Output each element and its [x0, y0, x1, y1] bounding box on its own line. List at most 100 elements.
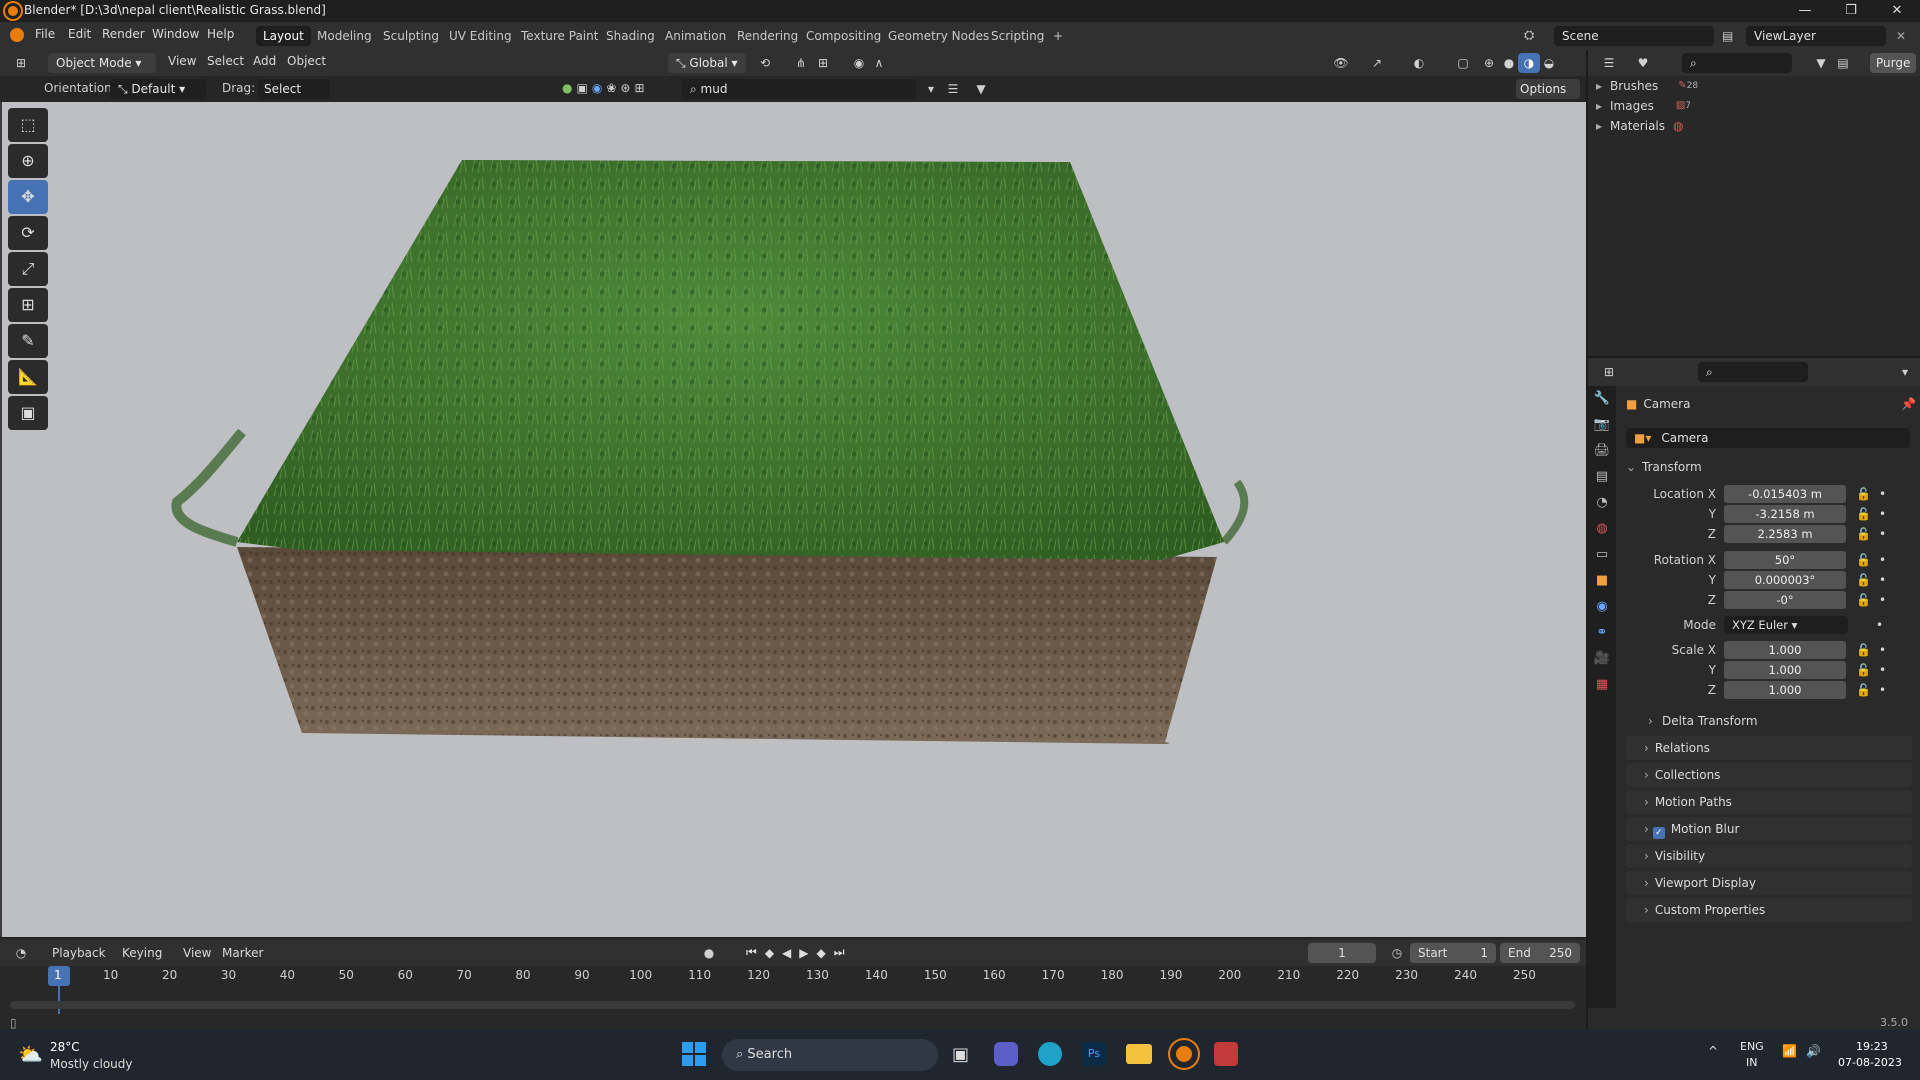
orientation-dropdown[interactable]: ⤡ Default ▾ [110, 79, 206, 99]
camera-data-tab-icon[interactable]: 🎥 [1588, 646, 1616, 672]
end-frame-field[interactable]: End 250 [1500, 943, 1580, 963]
transform-panel-header[interactable]: ⌄ Transform [1626, 456, 1916, 478]
visibility-icon[interactable]: 👁 [1330, 53, 1352, 73]
display-mode-icon[interactable]: ♥ [1632, 53, 1654, 73]
material-shading-icon[interactable]: ◑ [1518, 53, 1540, 73]
keyframe-dot-icon[interactable]: • [1879, 683, 1886, 697]
properties-editor-icon[interactable]: ⊞ [1598, 362, 1620, 382]
tab-shading[interactable]: Shading [599, 26, 662, 46]
view-layer-tab-icon[interactable]: ▤ [1588, 464, 1616, 490]
play-icon[interactable]: ▶ [799, 946, 808, 960]
location-y-field[interactable]: -3.2158 m [1724, 505, 1846, 523]
rotate-tool-icon[interactable]: ⟳ [8, 216, 48, 250]
viewport-search-input[interactable]: ⌕ mud [682, 79, 916, 99]
keyframe-dot-icon[interactable]: • [1876, 618, 1883, 632]
rotation-z-field[interactable]: -0° [1724, 591, 1846, 609]
proportional-edit-icon[interactable]: ◉ [848, 53, 870, 73]
scene-field[interactable]: Scene [1554, 26, 1714, 46]
viewport-menu-add[interactable]: Add [253, 54, 276, 68]
rotation-y-field[interactable]: 0.000003° [1724, 571, 1846, 589]
object-name-field[interactable]: ■▾ Camera [1626, 428, 1910, 448]
close-button[interactable]: ✕ [1874, 0, 1920, 22]
world-tab-icon[interactable]: ◍ [1588, 516, 1616, 542]
outliner-item-materials[interactable]: ▸ Materials ◍ [1596, 116, 1896, 136]
select-box-tool-icon[interactable]: ⬚ [8, 108, 48, 142]
view-layer-icon[interactable]: ▤ [1722, 26, 1744, 46]
expand-arrow-icon[interactable]: ▸ [1596, 96, 1610, 116]
color-filter-icon[interactable]: ● [562, 81, 572, 95]
menu-render[interactable]: Render [102, 27, 145, 41]
viewport-menu-object[interactable]: Object [287, 54, 326, 68]
output-tab-icon[interactable]: 🖨 [1588, 438, 1616, 464]
outliner-item-images[interactable]: ▸ Images ▨ 7 [1596, 96, 1896, 116]
scale-z-field[interactable]: 1.000 [1724, 681, 1846, 699]
tab-animation[interactable]: Animation [658, 26, 733, 46]
transform-tool-icon[interactable]: ⊞ [8, 288, 48, 322]
falloff-icon[interactable]: ∧ [868, 53, 890, 73]
timeline-bottom-icon[interactable]: ▯ [10, 1016, 17, 1030]
timeline-menu-view[interactable]: View [183, 946, 211, 960]
tab-compositing[interactable]: Compositing [799, 26, 888, 46]
visibility-panel[interactable]: › Visibility [1626, 844, 1912, 868]
purge-button[interactable]: Purge [1870, 53, 1916, 73]
pivot-icon[interactable]: ⟲ [754, 53, 776, 73]
move-tool-icon[interactable]: ✥ [8, 180, 48, 214]
menu-edit[interactable]: Edit [68, 27, 91, 41]
lock-icon[interactable]: 🔓 [1856, 507, 1871, 521]
lock-icon[interactable]: 🔓 [1856, 643, 1871, 657]
options-dropdown[interactable]: Options ▾ [1516, 79, 1580, 116]
snap-icon[interactable]: ⋔ [790, 53, 812, 73]
collections-panel[interactable]: › Collections [1626, 763, 1912, 787]
3d-viewport[interactable] [0, 102, 1586, 937]
taskbar-search-box[interactable]: ⌕ Search [722, 1039, 938, 1071]
snap-target-icon[interactable]: ⊞ [812, 53, 834, 73]
viewport-menu-view[interactable]: View [168, 54, 196, 68]
outliner-search-input[interactable]: ⌕ [1682, 53, 1792, 73]
view-layer-close-icon[interactable]: ✕ [1890, 26, 1912, 46]
prev-keyframe-icon[interactable]: ◆ [765, 946, 774, 960]
jump-end-icon[interactable]: ⏭ [834, 945, 845, 960]
physics-tab-icon[interactable]: ◉ [1588, 594, 1616, 620]
volume-icon[interactable]: 🔊 [1806, 1044, 1821, 1058]
rendered-shading-icon[interactable]: ◒ [1538, 53, 1560, 73]
preview-range-icon[interactable]: ◷ [1386, 943, 1408, 963]
outliner-item-brushes[interactable]: ▸ Brushes ✎ 28 [1596, 76, 1896, 96]
tool-tab-icon[interactable]: 🔧 [1588, 386, 1616, 412]
expand-arrow-icon[interactable]: ▸ [1596, 76, 1610, 96]
scale-x-field[interactable]: 1.000 [1724, 641, 1846, 659]
wifi-icon[interactable]: 📶 [1782, 1044, 1797, 1058]
texture-tab-icon[interactable]: ▦ [1588, 672, 1616, 698]
tab-sculpting[interactable]: Sculpting [376, 26, 446, 46]
view-layer-field[interactable]: ViewLayer [1746, 26, 1886, 46]
keyframe-dot-icon[interactable]: • [1879, 527, 1886, 541]
delta-transform-panel[interactable]: › Delta Transform [1626, 710, 1916, 732]
autokey-record-icon[interactable]: ● [698, 943, 720, 963]
tab-geometry-nodes[interactable]: Geometry Nodes [881, 26, 996, 46]
sphere-filter-icon[interactable]: ◉ [592, 81, 602, 95]
keyframe-dot-icon[interactable]: • [1879, 573, 1886, 587]
start-frame-field[interactable]: Start 1 [1410, 943, 1496, 963]
file-explorer-icon[interactable] [1126, 1044, 1152, 1064]
render-tab-icon[interactable]: 📷 [1588, 412, 1616, 438]
task-view-icon[interactable]: ▣ [952, 1044, 969, 1065]
filter-icon[interactable]: ▼ [970, 79, 992, 99]
rotation-mode-dropdown[interactable]: XYZ Euler ▾ [1724, 616, 1848, 634]
gizmo-icon[interactable]: ↗ [1366, 53, 1388, 73]
wireframe-shading-icon[interactable]: ⊕ [1478, 53, 1500, 73]
keyframe-dot-icon[interactable]: • [1879, 643, 1886, 657]
object-mode-dropdown[interactable]: Object Mode ▾ [48, 53, 156, 73]
tab-scripting[interactable]: Scripting [984, 26, 1051, 46]
constraint-tab-icon[interactable]: ⚭ [1588, 620, 1616, 646]
xray-icon[interactable]: ▢ [1452, 53, 1474, 73]
edge-icon[interactable] [1038, 1042, 1062, 1066]
timeline-menu-playback[interactable]: Playback [52, 946, 106, 960]
motion-paths-panel[interactable]: › Motion Paths [1626, 790, 1912, 814]
box-filter-icon[interactable]: ▣ [576, 81, 587, 95]
windows-start-icon[interactable] [682, 1042, 706, 1066]
drag-dropdown[interactable]: Select Box ▾ [258, 79, 330, 116]
measure-tool-icon[interactable]: 📐 [8, 360, 48, 394]
blender-taskbar-icon[interactable] [1170, 1040, 1198, 1068]
texture-filter-icon[interactable]: ⊛ [620, 81, 630, 95]
scene-tab-icon[interactable]: ◔ [1588, 490, 1616, 516]
lock-icon[interactable]: 🔓 [1856, 553, 1871, 567]
